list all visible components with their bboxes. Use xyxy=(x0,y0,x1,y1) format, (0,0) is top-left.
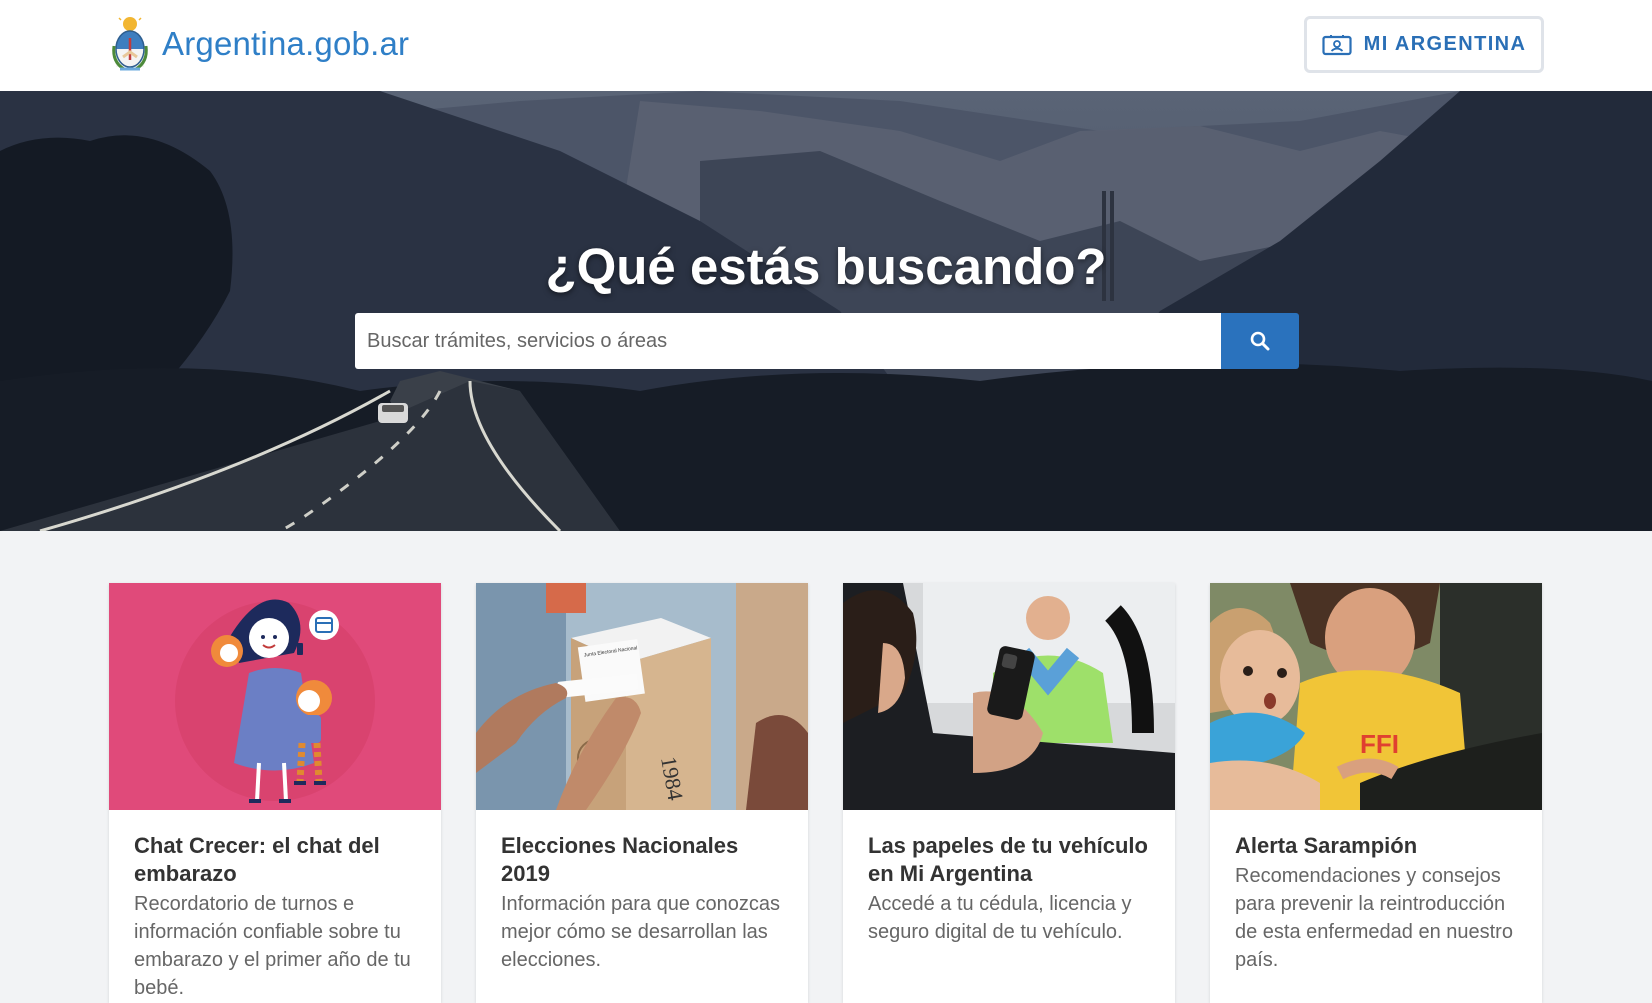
mi-argentina-button[interactable]: MI ARGENTINA xyxy=(1304,16,1544,73)
chat-crecer-illustration xyxy=(109,583,441,810)
mountain-road-background xyxy=(0,91,1652,531)
card-description: Recordatorio de turnos e información con… xyxy=(134,893,411,999)
search-input[interactable] xyxy=(355,313,1221,369)
card-alerta-sarampion[interactable]: FFI Alerta Sarampión Recomendaciones y c… xyxy=(1210,583,1542,1003)
card-papeles-vehiculo[interactable]: Las papeles de tu vehículo en Mi Argenti… xyxy=(843,583,1175,1003)
id-card-icon xyxy=(1322,34,1352,55)
search-icon xyxy=(1250,331,1270,351)
top-navbar: Argentina.gob.ar MI ARGENTINA xyxy=(0,0,1652,91)
card-description: Accedé a tu cédula, licencia y seguro di… xyxy=(868,893,1132,943)
card-elecciones[interactable]: 1984 Junta Electoral Nacional Elecciones… xyxy=(476,583,808,1003)
vehicle-documents-photo xyxy=(843,583,1175,810)
hero-title: ¿Qué estás buscando? xyxy=(545,238,1107,295)
argentina-coat-of-arms-icon xyxy=(112,17,148,71)
card-description: Recomendaciones y consejos para prevenir… xyxy=(1235,865,1513,971)
card-title: Chat Crecer: el chat del embarazo xyxy=(134,833,380,886)
card-title: Elecciones Nacionales 2019 xyxy=(501,833,739,886)
home-link[interactable]: Argentina.gob.ar xyxy=(110,16,409,72)
vaccination-photo: FFI xyxy=(1210,583,1542,810)
mi-argentina-label: MI ARGENTINA xyxy=(1363,33,1527,55)
hero-banner: ¿Qué estás buscando? xyxy=(0,91,1652,531)
search-button[interactable] xyxy=(1221,313,1299,369)
card-chat-crecer[interactable]: Chat Crecer: el chat del embarazo Record… xyxy=(109,583,441,1003)
ballot-box-photo: 1984 Junta Electoral Nacional xyxy=(476,583,808,810)
card-title: Las papeles de tu vehículo en Mi Argenti… xyxy=(868,833,1148,886)
card-title: Alerta Sarampión xyxy=(1235,833,1418,858)
card-description: Información para que conozcas mejor cómo… xyxy=(501,893,781,971)
brand-name: Argentina.gob.ar xyxy=(162,25,410,62)
shirt-text: FFI xyxy=(1360,729,1399,759)
search-bar xyxy=(355,313,1299,369)
featured-cards: Chat Crecer: el chat del embarazo Record… xyxy=(109,583,1543,1003)
